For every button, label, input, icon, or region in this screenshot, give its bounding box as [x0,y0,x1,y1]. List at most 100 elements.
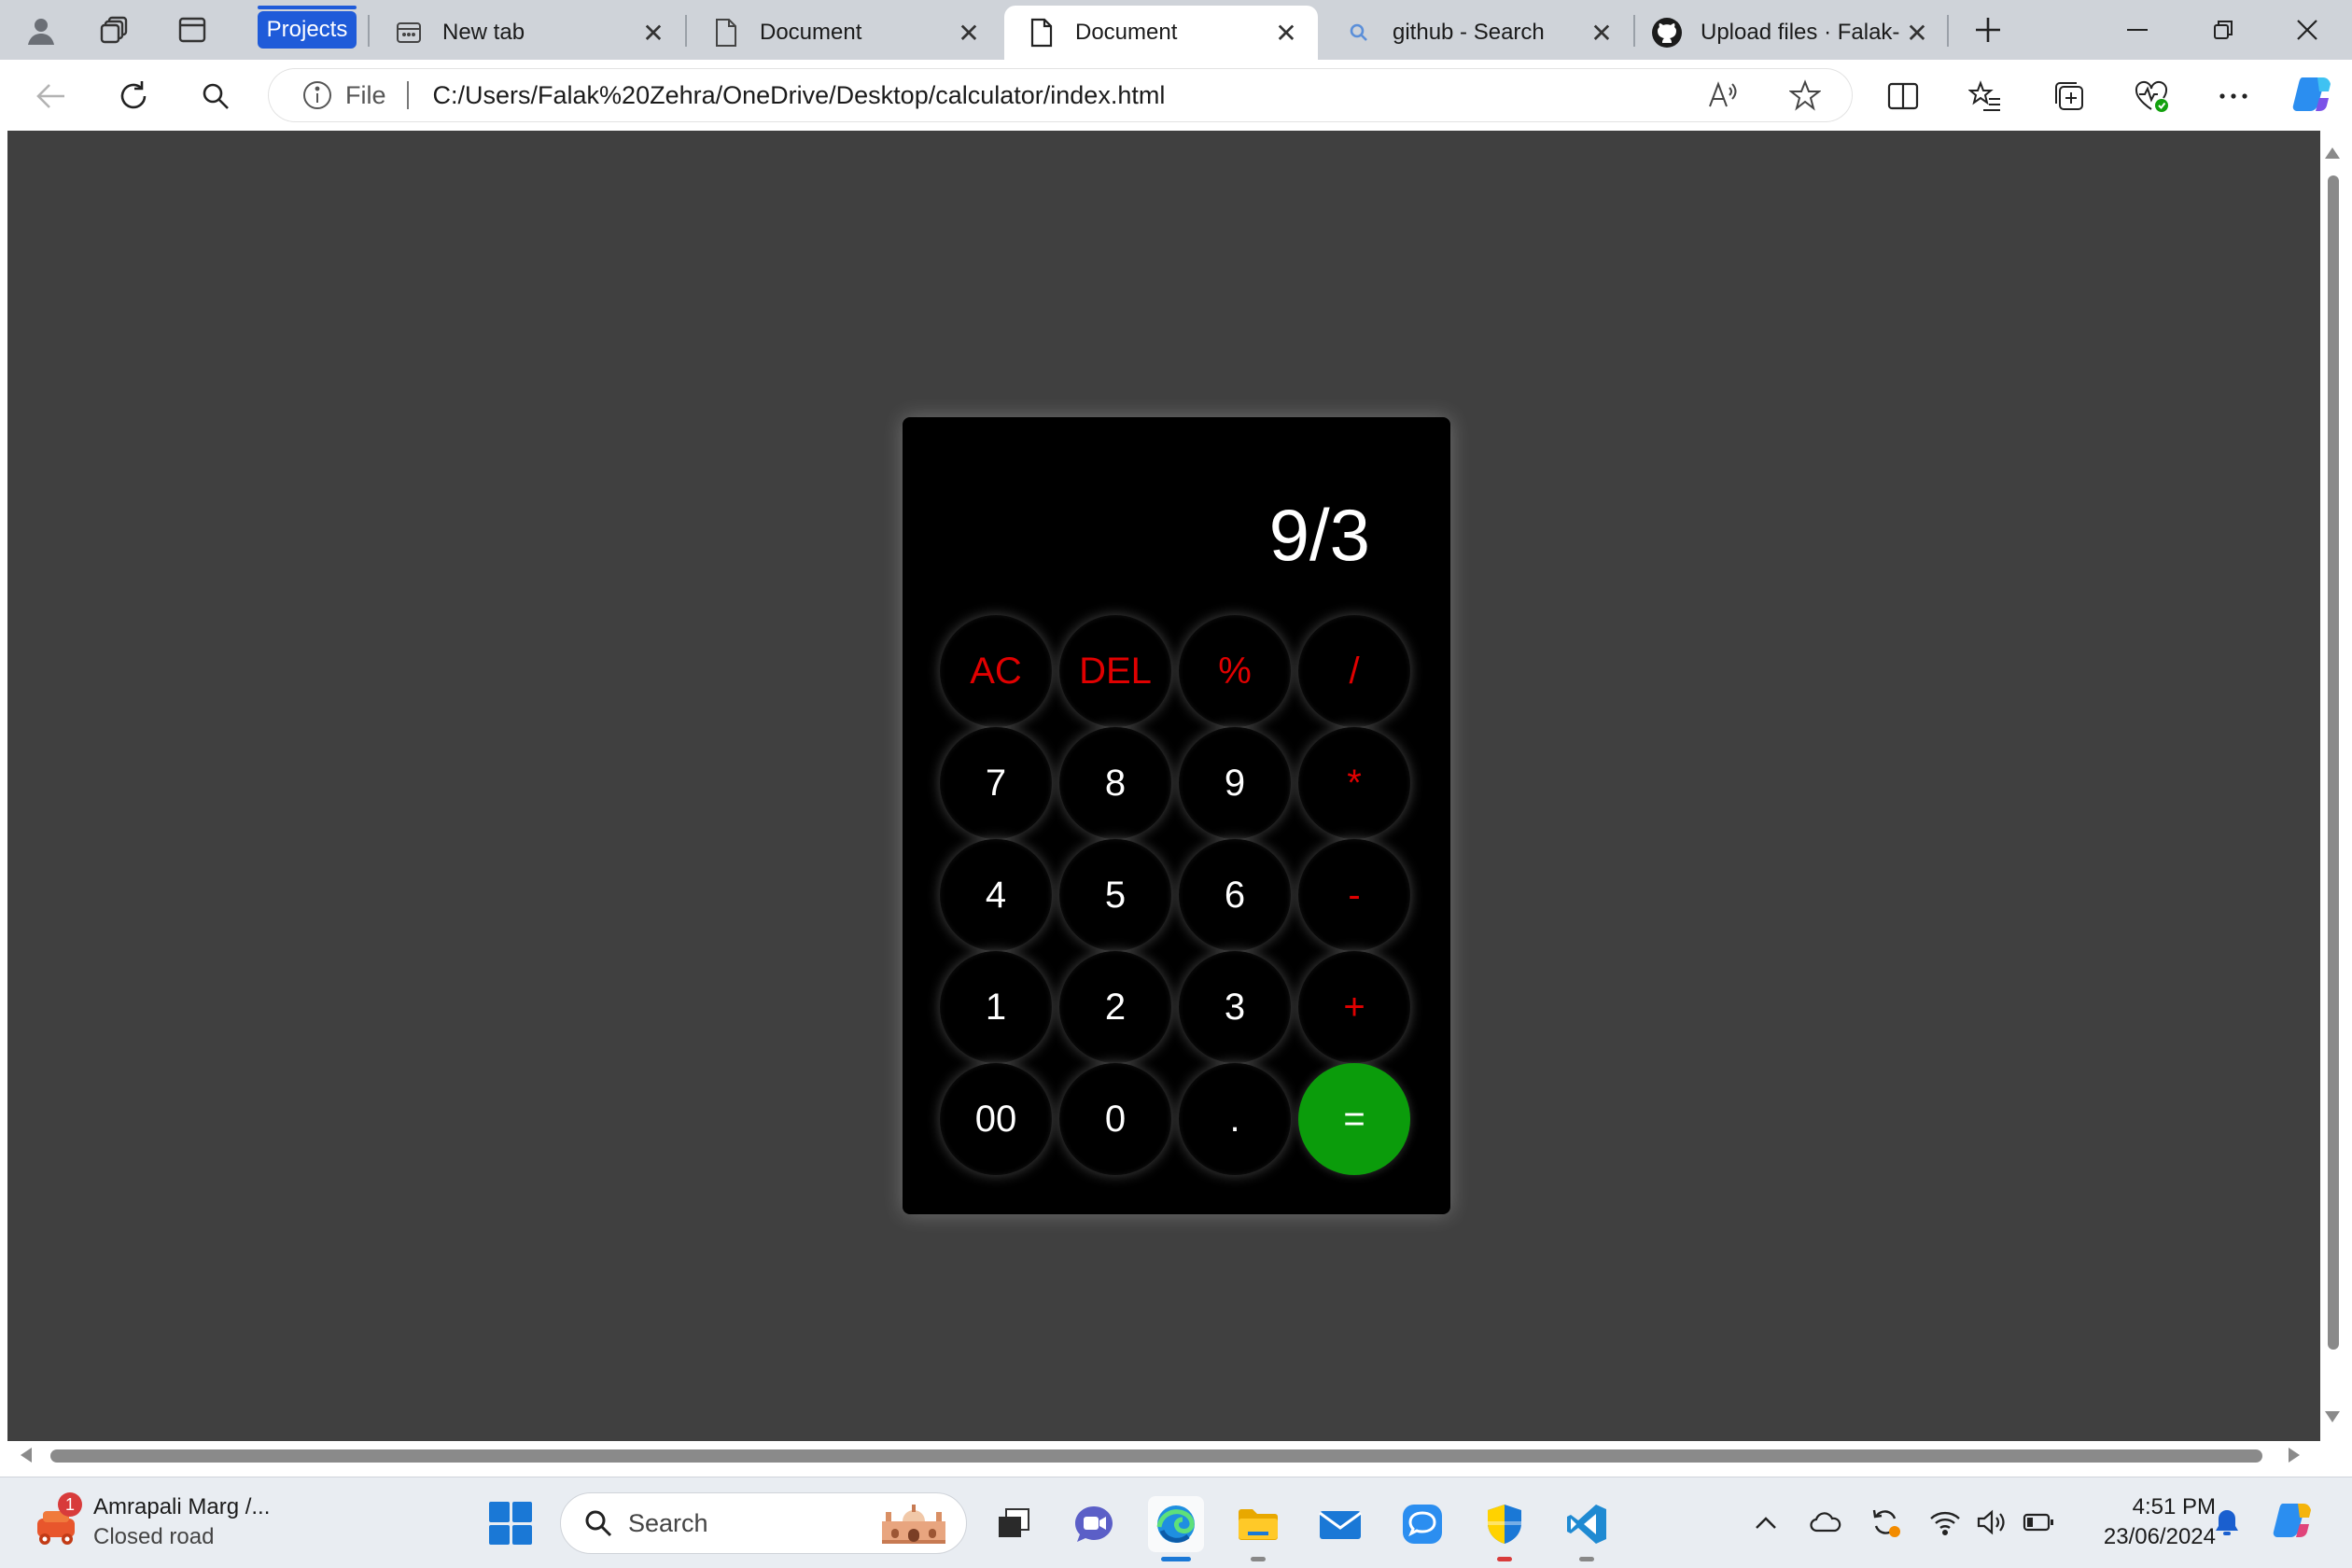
horizontal-scroll-thumb[interactable] [50,1449,2262,1463]
browser-toolbar: File C:/Users/Falak%20Zehra/OneDrive/Des… [0,60,2352,131]
collections-icon[interactable] [2050,77,2089,116]
key-digit-1-button[interactable]: 1 [940,951,1052,1063]
document-icon [709,16,743,49]
key-subtract-button[interactable]: - [1298,839,1410,951]
tab-document-1[interactable]: Document ✕ [689,6,1001,60]
file-explorer-icon[interactable] [1230,1496,1286,1561]
tab-title: github - Search [1393,20,1545,45]
key-digit-5-button[interactable]: 5 [1059,839,1171,951]
key-digit-9-button[interactable]: 9 [1179,727,1291,839]
copilot-preview-icon[interactable] [2270,1500,2315,1545]
key-decimal-button[interactable]: . [1179,1063,1291,1175]
profile-icon[interactable] [22,11,60,49]
workspaces-icon[interactable] [97,11,134,49]
address-scheme-label: File [345,80,386,109]
calculator: 9/ 3 AC DEL%/ 7 8 9 * 4 5 6- 1 2 3 +00 0. = [903,417,1450,1214]
browser-essentials-icon[interactable] [2132,77,2171,116]
windows-security-icon[interactable] [1477,1496,1533,1561]
volume-icon[interactable] [1973,1504,2010,1541]
close-tab-icon[interactable]: ✕ [952,16,986,49]
sync-status-icon[interactable] [1867,1504,1904,1541]
tab-document-active[interactable]: Document ✕ [1004,6,1318,60]
taskbar-clock[interactable]: 4:51 PM 23/06/2024 [2066,1492,2216,1552]
new-tab-plus-icon[interactable] [1969,11,2007,49]
key-percent-button[interactable]: % [1179,615,1291,727]
key-divide-button[interactable]: / [1298,615,1410,727]
refresh-icon[interactable] [114,77,153,116]
close-tab-icon[interactable]: ✕ [637,16,670,49]
close-tab-icon[interactable]: ✕ [1585,16,1618,49]
messaging-app-icon[interactable] [1394,1496,1450,1552]
key-digit-6-button[interactable]: 6 [1179,839,1291,951]
close-tab-icon[interactable]: ✕ [1900,16,1934,49]
read-aloud-icon[interactable] [1704,77,1742,114]
tab-separator [1947,15,1949,47]
search-icon [1342,16,1376,49]
teams-chat-icon[interactable] [1066,1496,1122,1552]
key-digit-3-button[interactable]: 3 [1179,951,1291,1063]
address-bar[interactable]: File C:/Users/Falak%20Zehra/OneDrive/Des… [269,69,1852,121]
vertical-tabs-icon[interactable] [174,11,211,49]
tab-separator [1633,15,1635,47]
tab-new-tab[interactable]: New tab ✕ [371,6,685,60]
key-delete-button[interactable]: DEL [1059,615,1171,727]
horizontal-scrollbar[interactable] [7,1441,2320,1469]
tab-upload-files[interactable]: Upload files · Falak- ✕ [1637,6,1949,60]
close-tab-icon[interactable]: ✕ [1269,16,1303,49]
windows-start-icon[interactable] [489,1502,532,1545]
more-options-icon[interactable] [2214,77,2253,116]
split-screen-icon[interactable] [1883,77,1923,116]
key-clear-button[interactable]: AC [940,615,1052,727]
taskbar-search-box[interactable]: Search [560,1492,967,1554]
vertical-scrollbar[interactable] [2320,131,2345,1441]
key-add-button[interactable]: + [1298,951,1410,1063]
task-view-icon[interactable] [986,1496,1042,1552]
favorite-star-icon[interactable] [1786,77,1824,114]
battery-icon[interactable] [2020,1504,2057,1541]
search-icon[interactable] [196,77,235,116]
active-app-indicator [1161,1557,1191,1561]
key-digit-4-button[interactable]: 4 [940,839,1052,951]
running-app-indicator [1251,1557,1266,1561]
tab-title: Document [1075,20,1178,45]
search-placeholder: Search [628,1508,708,1537]
copilot-icon[interactable] [2289,73,2335,116]
notification-bell-icon[interactable] [2208,1504,2246,1541]
favorites-icon[interactable] [1966,77,2005,116]
key-multiply-button[interactable]: * [1298,727,1410,839]
restore-icon[interactable] [2197,11,2249,49]
calculator-keypad: AC DEL%/ 7 8 9 * 4 5 6- 1 2 3 +00 0. = [940,615,1410,1175]
widget-subtitle: Closed road [93,1524,215,1549]
scroll-down-icon[interactable] [2325,1411,2340,1422]
scroll-up-icon[interactable] [2325,147,2340,159]
clock-time: 4:51 PM [2132,1494,2216,1519]
wifi-icon[interactable] [1926,1504,1964,1541]
running-app-indicator [1497,1557,1512,1561]
scroll-right-icon[interactable] [2289,1448,2300,1463]
minimize-icon[interactable] [2111,11,2163,49]
new-tab-icon [392,16,426,49]
widget-title[interactable]: Amrapali Marg /... [93,1494,270,1520]
back-icon[interactable] [32,77,71,116]
tab-separator [685,15,687,47]
key-equals-button[interactable]: = [1298,1063,1410,1175]
info-icon[interactable] [301,78,334,112]
vscode-icon[interactable] [1559,1496,1615,1561]
vertical-scroll-thumb[interactable] [2328,175,2339,1350]
tab-group-projects[interactable]: Projects [258,6,357,49]
github-icon [1650,16,1684,49]
close-window-icon[interactable] [2281,11,2333,49]
document-icon [1025,16,1058,49]
key-digit-8-button[interactable]: 8 [1059,727,1171,839]
show-hidden-icons-chevron-icon[interactable] [1747,1504,1785,1541]
key-digit-2-button[interactable]: 2 [1059,951,1171,1063]
edge-browser-icon[interactable] [1148,1496,1204,1561]
mail-icon[interactable] [1312,1496,1368,1552]
key-digit-00-button[interactable]: 00 [940,1063,1052,1175]
address-url[interactable]: C:/Users/Falak%20Zehra/OneDrive/Desktop/… [433,81,1166,110]
onedrive-cloud-icon[interactable] [1807,1504,1844,1541]
scroll-left-icon[interactable] [21,1448,32,1463]
key-digit-0-button[interactable]: 0 [1059,1063,1171,1175]
key-digit-7-button[interactable]: 7 [940,727,1052,839]
tab-github-search[interactable]: github - Search ✕ [1322,6,1633,60]
